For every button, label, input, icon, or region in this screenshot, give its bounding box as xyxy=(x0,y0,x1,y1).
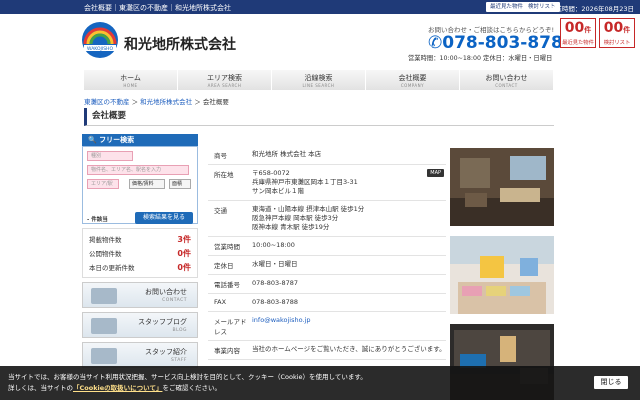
company-name[interactable]: 和光地所株式会社 xyxy=(124,34,236,54)
staff-banner[interactable]: スタッフ紹介 STAFF xyxy=(82,342,198,368)
area-station-input[interactable]: エリア/駅 xyxy=(87,179,119,189)
company-logo[interactable]: WAKOJISHO xyxy=(80,20,120,60)
table-row: 交通 東海道・山陽本線 摂津本山駅 徒歩1分 阪急神戸本線 岡本駅 徒歩3分 阪神… xyxy=(208,201,446,237)
cookie-message: 当サイトでは、お客様の当サイト利用状況把握、サービス向上検討を目的として、クッキ… xyxy=(8,373,367,381)
breadcrumb: 東灘区の不動産 ＞ 和光地所株式会社 ＞ 会社概要 xyxy=(84,98,229,106)
table-row: 定休日 水曜日・日曜日 xyxy=(208,256,446,275)
page-title: 会社概要 xyxy=(84,108,554,126)
nav-line-search[interactable]: 沿線検索 LINE SEARCH xyxy=(272,70,366,90)
map-button[interactable]: MAP xyxy=(427,169,444,177)
breadcrumb-link-company[interactable]: 和光地所株式会社 xyxy=(140,98,192,106)
office-photos xyxy=(450,148,554,400)
search-results-button[interactable]: 検索結果を見る xyxy=(135,212,193,224)
company-info-table: 商号 和光地所 株式会社 本店 所在地 〒658-0072 兵庫県神戸市東灘区岡本１… xyxy=(208,146,446,360)
keyword-input[interactable]: 物件名、エリア名、駅名を入力 xyxy=(87,165,189,175)
stat-row: 掲載物件数 3件 xyxy=(89,235,191,244)
nav-contact[interactable]: お問い合わせ CONTACT xyxy=(460,70,554,90)
stats-box: 掲載物件数 3件 公開物件数 0件 本日の更新件数 0件 xyxy=(82,228,198,278)
type-select[interactable]: 種別 xyxy=(87,151,133,161)
nav-company[interactable]: 会社概要 COMPANY xyxy=(366,70,460,90)
price-select[interactable]: 価格/賃料 xyxy=(129,179,165,189)
table-row: メールアドレス info@wakojisho.jp xyxy=(208,312,446,341)
search-icon: 🔍 xyxy=(88,136,97,144)
compare-list-counter[interactable]: 00件 検討リスト xyxy=(599,18,635,48)
match-count-label: - 件該当 xyxy=(87,217,108,223)
office-photo-1 xyxy=(450,148,554,226)
cookie-close-button[interactable]: 閉じる xyxy=(594,376,628,389)
business-hours: 営業時間：10:00~18:00 定休日：水曜日・日曜日 xyxy=(408,55,553,62)
cookie-policy-link[interactable]: 「Cookieの取扱いについて」 xyxy=(73,384,162,392)
recent-viewed-button[interactable]: 最近見た物件 xyxy=(486,2,528,12)
sidebar: 🔍 フリー検索 種別 物件名、エリア名、駅名を入力 エリア/駅 価格/賃料 面積… xyxy=(82,134,198,368)
free-search-box: 種別 物件名、エリア名、駅名を入力 エリア/駅 価格/賃料 面積 - 件該当 検… xyxy=(82,146,198,224)
breadcrumb-current: 会社概要 xyxy=(202,98,229,106)
phone-number[interactable]: ✆078-803-8787 xyxy=(428,33,575,53)
table-row: 所在地 〒658-0072 兵庫県神戸市東灘区岡本１丁目3-31 サン岡本ビル１階… xyxy=(208,165,446,201)
table-row: 商号 和光地所 株式会社 本店 xyxy=(208,146,446,165)
phone-icon: ✆ xyxy=(428,33,443,53)
recent-viewed-counter[interactable]: 00件 最近見た物件 xyxy=(560,18,596,48)
top-crumbs[interactable]: 会社概要｜東灘区の不動産｜和光地所株式会社 xyxy=(84,3,231,13)
laptop-icon xyxy=(91,318,117,334)
office-photo-2 xyxy=(450,236,554,314)
table-row: FAX 078-803-8788 xyxy=(208,294,446,312)
contact-banner[interactable]: お問い合わせ CONTACT xyxy=(82,282,198,308)
staff-icon xyxy=(91,348,117,364)
table-row: 事業内容 当社のホームページをご覧いただき、誠にありがとうございます。 xyxy=(208,341,446,360)
logo-text: WAKOJISHO xyxy=(87,46,113,52)
table-row: 電話番号 078-803-8787 xyxy=(208,275,446,294)
email-link[interactable]: info@wakojisho.jp xyxy=(252,316,310,324)
mail-icon xyxy=(91,288,117,304)
global-nav: ホーム HOME エリア検索 AREA SEARCH 沿線検索 LINE SEARCH… xyxy=(84,70,554,90)
nav-area-search[interactable]: エリア検索 AREA SEARCH xyxy=(178,70,272,90)
cookie-message-2: 詳しくは、当サイトの「Cookieの取扱いについて」をご確認ください。 xyxy=(8,384,221,392)
date-text: 営業時間：2026年08月23日 xyxy=(548,5,634,13)
page: 会社概要｜東灘区の不動産｜和光地所株式会社 最近見た物件 検討リスト 営業時間：… xyxy=(0,0,640,400)
stat-row: 本日の更新件数 0件 xyxy=(89,263,191,272)
free-search-title: 🔍 フリー検索 xyxy=(82,134,198,146)
stat-row: 公開物件数 0件 xyxy=(89,249,191,258)
top-bar: 会社概要｜東灘区の不動産｜和光地所株式会社 最近見た物件 検討リスト 営業時間：… xyxy=(0,0,640,14)
table-row: 営業時間 10:00~18:00 xyxy=(208,237,446,256)
cookie-banner: 当サイトでは、お客様の当サイト利用状況把握、サービス向上検討を目的として、クッキ… xyxy=(0,366,640,400)
nav-home[interactable]: ホーム HOME xyxy=(84,70,178,90)
area-size-select[interactable]: 面積 xyxy=(169,179,191,189)
breadcrumb-link-area[interactable]: 東灘区の不動産 xyxy=(84,98,130,106)
blog-banner[interactable]: スタッフブログ BLOG xyxy=(82,312,198,338)
